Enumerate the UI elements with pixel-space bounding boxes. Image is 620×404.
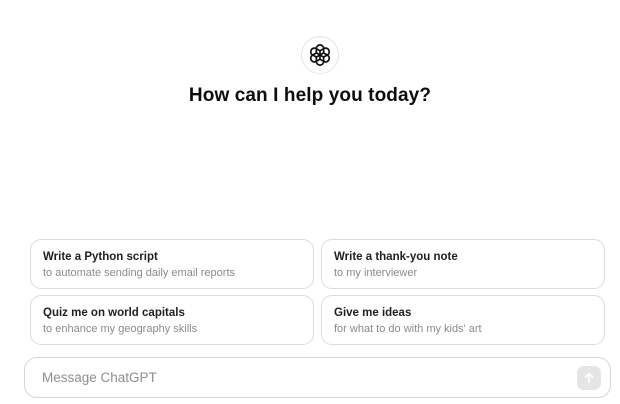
suggestion-subtitle: to enhance my geography skills [43, 323, 198, 335]
suggestion-grid: Write a Python script to automate sendin… [30, 239, 605, 345]
suggestion-subtitle: to my interviewer [334, 267, 418, 279]
suggestion-title: Write a thank-you note [334, 251, 458, 263]
openai-logo-icon [309, 44, 331, 66]
logo-badge [301, 36, 339, 74]
arrow-up-icon [584, 372, 594, 383]
suggestion-title: Write a Python script [43, 251, 158, 263]
chat-home: How can I help you today? Write a Python… [0, 0, 620, 404]
suggestion-card[interactable]: Give me ideas for what to do with my kid… [321, 295, 605, 345]
suggestion-card[interactable]: Quiz me on world capitals to enhance my … [30, 295, 314, 345]
suggestion-subtitle: to automate sending daily email reports [43, 267, 235, 279]
send-button[interactable] [577, 365, 601, 390]
suggestion-title: Give me ideas [334, 307, 412, 319]
suggestion-subtitle: for what to do with my kids' art [334, 323, 482, 335]
suggestion-card[interactable]: Write a thank-you note to my interviewer [321, 239, 605, 289]
message-input[interactable] [42, 358, 577, 397]
message-composer [24, 357, 611, 398]
page-title: How can I help you today? [188, 85, 432, 106]
suggestion-title: Quiz me on world capitals [43, 307, 185, 319]
suggestion-card[interactable]: Write a Python script to automate sendin… [30, 239, 314, 289]
